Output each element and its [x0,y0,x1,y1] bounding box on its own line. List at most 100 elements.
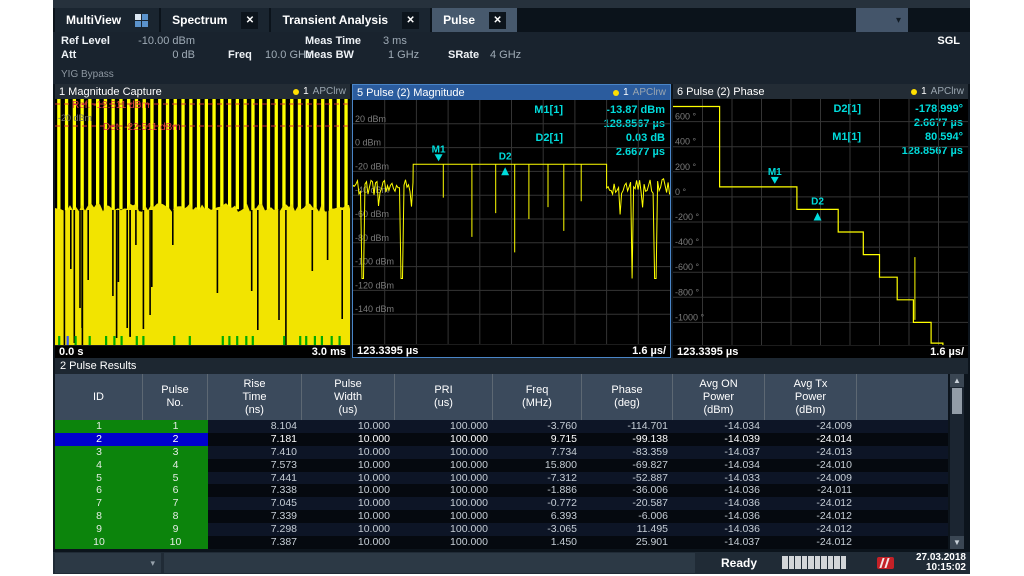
progress-segment [841,556,847,569]
column-header[interactable]: RiseTime(ns) [208,374,302,420]
table-row-1[interactable]: 118.10410.000100.000-3.760-114.701-14.03… [55,420,948,433]
srate-label: SRate [448,49,479,61]
att-value[interactable]: 0 dB [127,49,195,61]
column-header[interactable]: PulseWidth(us) [302,374,395,420]
table-cell: 10.000 [302,472,395,485]
tab-transient-analysis[interactable]: Transient Analysis✕ [271,8,430,32]
table-cell: 10.000 [302,446,395,459]
trace-mode: APClrw [931,86,964,97]
svg-text:D2: D2 [499,151,512,162]
table-cell: 10.000 [302,484,395,497]
capture-x-axis: 0.0 s 3.0 ms [55,345,350,358]
table-cell: -14.033 [673,472,765,485]
svg-text:400 °: 400 ° [675,137,697,147]
tab-pulse[interactable]: Pulse✕ [432,8,517,32]
table-cell: 4 [55,459,143,472]
column-header[interactable]: Avg TxPower(dBm) [765,374,857,420]
tab-spectrum[interactable]: Spectrum✕ [161,8,269,32]
table-cell: 10 [143,536,208,549]
table-row-4[interactable]: 447.57310.000100.00015.800-69.827-14.034… [55,459,948,472]
column-header[interactable]: PulseNo. [143,374,208,420]
table-cell: -14.037 [673,446,765,459]
column-header[interactable]: Phase(deg) [582,374,673,420]
scroll-down-icon[interactable]: ▼ [950,536,964,549]
table-row-3[interactable]: 337.41010.000100.0007.734-83.359-14.037-… [55,446,948,459]
table-cell: -20.587 [582,497,673,510]
table-cell: -14.036 [673,497,765,510]
meas-bw-label: Meas BW [305,49,354,61]
table-cell: 15.800 [493,459,582,472]
table-cell: -24.010 [765,459,857,472]
table-row-6[interactable]: 667.33810.000100.000-1.886-36.006-14.036… [55,484,948,497]
magnitude-capture-plot[interactable]: -20 dBmRef. -12.511 dBmDet. -22.511 dBm [55,99,350,345]
column-header[interactable]: Avg ONPower(dBm) [673,374,765,420]
tab-multiview[interactable]: MultiView [55,8,159,32]
table-row-2[interactable]: 227.18110.000100.0009.715-99.138-14.039-… [55,433,948,446]
table-cell: -69.827 [582,459,673,472]
tab-list-dropdown[interactable]: ▾ [856,8,908,32]
scroll-up-icon[interactable]: ▲ [950,374,964,387]
table-cell-filler [857,420,948,433]
close-icon[interactable]: ✕ [241,12,258,29]
panel-title: 1 Magnitude Capture [59,86,162,98]
table-row-10[interactable]: 10107.38710.000100.0001.45025.901-14.037… [55,536,948,549]
table-cell: -14.037 [673,536,765,549]
table-cell: 7 [143,497,208,510]
table-cell: -24.012 [765,523,857,536]
panel-pulse-magnitude-titlebar[interactable]: 5 Pulse (2) Magnitude 1 APClrw [353,85,670,100]
table-cell: -24.009 [765,420,857,433]
meas-time-value[interactable]: 3 ms [383,35,407,47]
svg-text:20 dBm: 20 dBm [355,114,386,124]
multiview-grid-icon [135,14,148,27]
table-cell: -52.887 [582,472,673,485]
ref-level-value[interactable]: -10.00 dBm [127,35,195,47]
table-cell-filler [857,510,948,523]
table-cell: -114.701 [582,420,673,433]
scrollbar-thumb[interactable] [952,388,962,414]
svg-text:-1000 °: -1000 ° [675,312,705,322]
close-icon[interactable]: ✕ [402,12,419,29]
table-cell: -24.012 [765,497,857,510]
table-cell: -24.012 [765,510,857,523]
table-cell-filler [857,536,948,549]
results-table-body: 118.10410.000100.000-3.760-114.701-14.03… [55,420,948,549]
table-cell-filler [857,523,948,536]
table-cell: 7.441 [208,472,302,485]
table-cell: 1 [143,420,208,433]
table-cell: 7.387 [208,536,302,549]
panel-magnitude-capture-titlebar[interactable]: 1 Magnitude Capture 1 APClrw [55,84,350,99]
trace-legend: 1 APClrw [911,86,964,97]
column-header[interactable]: PRI(us) [395,374,493,420]
table-row-7[interactable]: 777.04510.000100.000-0.772-20.587-14.036… [55,497,948,510]
svg-text:-600 °: -600 ° [675,262,700,272]
chevron-down-icon: ▾ [150,559,155,568]
column-header[interactable]: Freq(MHz) [493,374,582,420]
column-header[interactable] [857,374,948,420]
pulse-phase-plot[interactable]: D2[1]-178.999°2.6677 µsM1[1]80.594°128.8… [673,99,968,345]
pulse-results-section: 2 Pulse Results IDPulseNo.RiseTime(ns)Pu… [55,358,968,549]
ref-level-label: Ref Level [61,35,110,47]
x-axis-scale: 1.6 µs/ [930,346,964,358]
progress-segment [782,556,788,569]
table-row-5[interactable]: 557.44110.000100.000-7.312-52.887-14.033… [55,472,948,485]
table-cell: 7.298 [208,523,302,536]
table-scrollbar[interactable]: ▲ ▼ [950,374,964,549]
pulse-magnitude-x-axis: 123.3395 µs 1.6 µs/ [353,344,670,357]
sequencer-dropdown[interactable]: ▾ [55,553,161,573]
panel-pulse-phase-titlebar[interactable]: 6 Pulse (2) Phase 1 APClrw [673,84,968,99]
svg-text:-200 °: -200 ° [675,212,700,222]
table-cell: 7 [55,497,143,510]
calibration-date-icon [877,557,894,569]
table-row-9[interactable]: 997.29810.000100.000-3.06511.495-14.036-… [55,523,948,536]
table-cell: 7.410 [208,446,302,459]
table-cell: 7.181 [208,433,302,446]
single-sweep-badge: SGL [937,35,960,47]
column-header[interactable]: ID [55,374,143,420]
table-cell: -14.036 [673,484,765,497]
tab-label: MultiView [66,13,121,27]
meas-bw-value[interactable]: 1 GHz [388,49,419,61]
close-icon[interactable]: ✕ [489,12,506,29]
table-row-8[interactable]: 887.33910.000100.0006.393-6.006-14.036-2… [55,510,948,523]
srate-value[interactable]: 4 GHz [490,49,521,61]
pulse-magnitude-plot[interactable]: M1[1]-13.87 dBm128.8567 µsD2[1]0.03 dB2.… [353,100,670,344]
